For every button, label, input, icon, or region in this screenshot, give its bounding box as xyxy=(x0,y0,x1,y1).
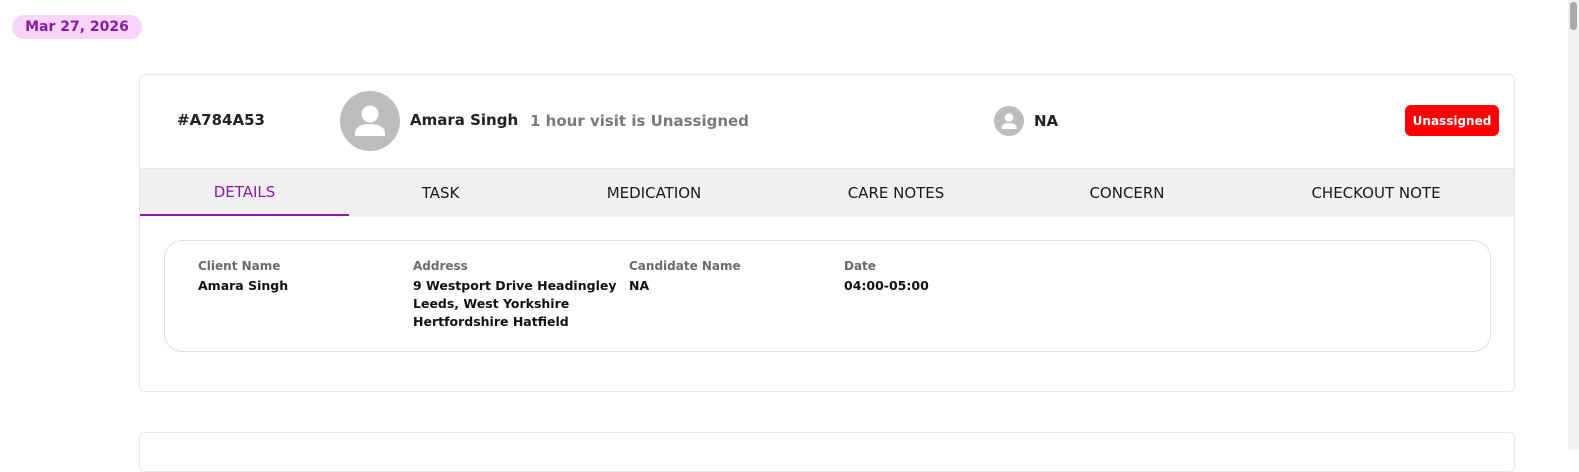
visit-card: #A784A53 Amara Singh 1 hour visit is Una… xyxy=(139,74,1515,392)
tab-medication[interactable]: MEDICATION xyxy=(532,169,776,216)
candidate-name-label: Candidate Name xyxy=(629,259,741,273)
visit-tabs: DETAILS TASK MEDICATION CARE NOTES CONCE… xyxy=(140,168,1514,217)
address-line-3: Hertfordshire Hatfield xyxy=(413,314,569,329)
address-field: Address 9 Westport Drive Headingley Leed… xyxy=(413,259,616,331)
visit-id: #A784A53 xyxy=(177,111,265,129)
page-scrollbar[interactable] xyxy=(1568,0,1579,450)
candidate-name-value: NA xyxy=(629,278,650,293)
client-name-value: Amara Singh xyxy=(198,278,289,293)
tab-checkout-note[interactable]: CHECKOUT NOTE xyxy=(1238,169,1514,216)
tab-care-notes[interactable]: CARE NOTES xyxy=(776,169,1016,216)
next-visit-card xyxy=(139,432,1515,472)
scrollbar-thumb[interactable] xyxy=(1570,2,1577,30)
date-label: Date xyxy=(844,259,876,273)
status-badge[interactable]: Unassigned xyxy=(1405,105,1499,136)
date-badge: Mar 27, 2026 xyxy=(12,15,142,39)
address-label: Address xyxy=(413,259,468,273)
carer-avatar-icon xyxy=(994,106,1024,136)
date-field: Date 04:00-05:00 xyxy=(844,259,929,295)
candidate-name-field: Candidate Name NA xyxy=(629,259,741,295)
date-value: 04:00-05:00 xyxy=(844,278,929,293)
client-name-label: Client Name xyxy=(198,259,281,273)
client-name-field: Client Name Amara Singh xyxy=(198,259,288,295)
address-line-1: 9 Westport Drive Headingley xyxy=(413,278,617,293)
details-panel: Client Name Amara Singh Address 9 Westpo… xyxy=(164,240,1491,352)
client-avatar-icon xyxy=(340,91,400,151)
tab-details[interactable]: DETAILS xyxy=(140,169,349,216)
client-name: Amara Singh xyxy=(410,111,519,129)
tab-concern[interactable]: CONCERN xyxy=(1016,169,1238,216)
address-line-2: Leeds, West Yorkshire xyxy=(413,296,570,311)
carer-name: NA xyxy=(1034,112,1059,130)
tab-task[interactable]: TASK xyxy=(349,169,532,216)
visit-header: #A784A53 Amara Singh 1 hour visit is Una… xyxy=(140,75,1514,168)
visit-description: 1 hour visit is Unassigned xyxy=(530,112,749,130)
